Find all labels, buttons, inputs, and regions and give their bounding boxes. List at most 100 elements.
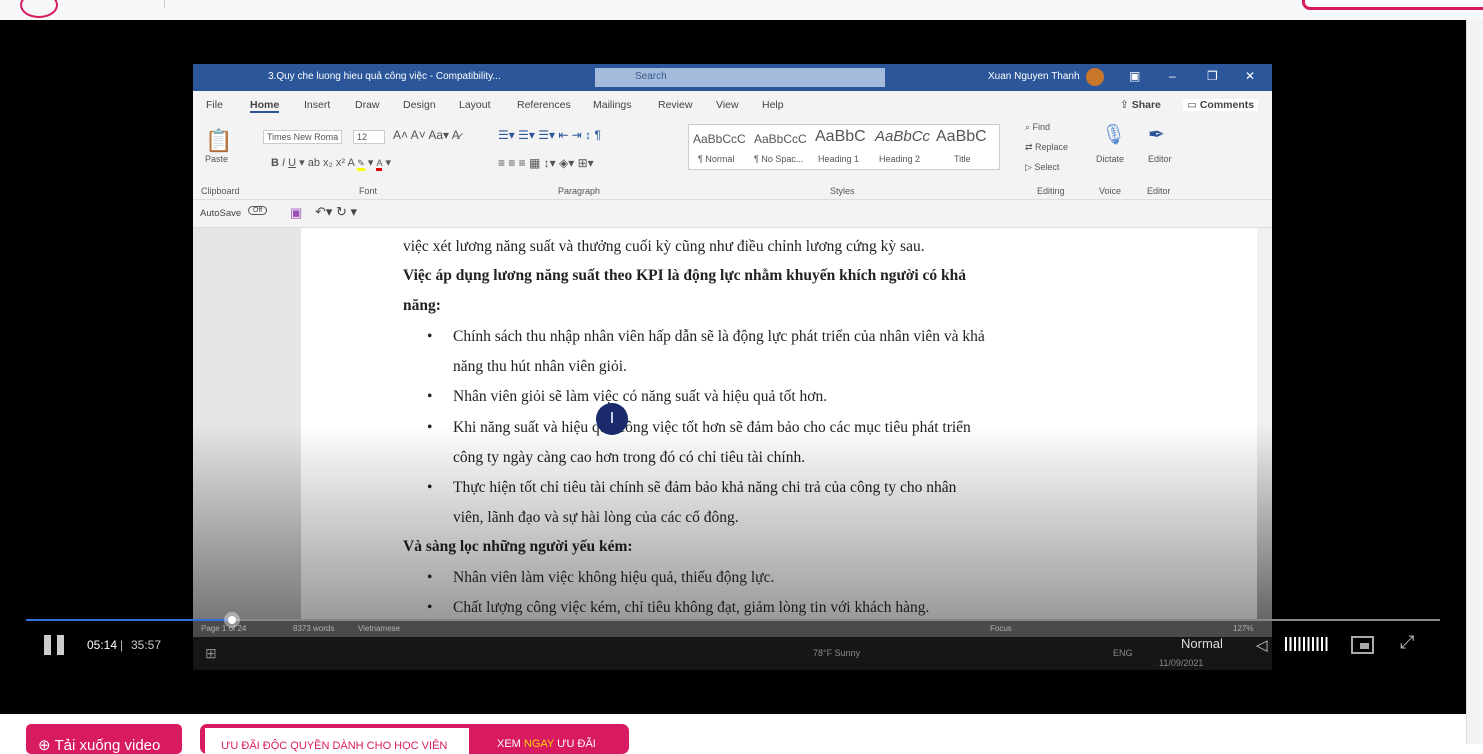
dictate-label: Dictate: [1096, 154, 1125, 164]
autosave-label: AutoSave: [200, 208, 242, 219]
style-sample: AaBbCc: [875, 128, 931, 145]
windows-taskbar: ⊞ 78°F Sunny ENG 11/09/2021: [193, 637, 1272, 670]
doc-bullet: Chất lượng công việc kém, chỉ tiêu không…: [427, 599, 929, 617]
doc-bullet: Thực hiện tốt chỉ tiêu tài chính sẽ đảm …: [427, 479, 956, 497]
group-label: Styles: [830, 186, 855, 196]
tab-file: File: [206, 99, 223, 111]
status-words: 8373 words: [293, 624, 335, 633]
group-label: Voice: [1099, 186, 1122, 196]
picture-in-picture-icon[interactable]: [1351, 636, 1374, 654]
duration: 35:57: [131, 638, 162, 652]
word-search: Search: [595, 68, 885, 87]
fullscreen-icon[interactable]: ⤢: [1400, 632, 1414, 653]
user-name: Xuan Nguyen Thanh: [988, 71, 1080, 82]
doc-bullet: Nhân viên làm việc không hiệu quả, thiếu…: [427, 569, 774, 587]
promo-label: ƯU ĐÃI ĐỘC QUYỀN DÀNH CHO HỌC VIÊN: [205, 728, 469, 754]
style-sample: AaBbC: [936, 128, 987, 145]
select-button: ▷ Select: [1025, 162, 1060, 172]
progress-played: [26, 619, 233, 621]
status-language: Vietnamese: [358, 624, 401, 633]
style-sample: AaBbCcC: [754, 132, 807, 146]
site-header: [0, 0, 1483, 20]
style-name: ¶ Normal: [698, 154, 735, 164]
doc-bullet: Chính sách thu nhập nhân viên hấp dẫn sẽ…: [427, 328, 985, 346]
style-sample: AaBbC: [815, 128, 866, 145]
video-player[interactable]: 3.Quy che luong hieu quả công việc - Com…: [0, 20, 1466, 714]
download-video-button[interactable]: ⊕ Tải xuống video: [26, 724, 182, 754]
tab-home: Home: [250, 99, 280, 113]
style-name: Title: [954, 154, 971, 164]
volume-icon[interactable]: ◁: [1256, 636, 1268, 654]
tab-mailings: Mailings: [593, 99, 632, 111]
doc-heading: năng:: [403, 297, 441, 314]
editor-label: Editor: [1148, 154, 1172, 164]
doc-heading: Và sàng lọc những người yếu kém:: [403, 538, 633, 555]
playback-speed-button[interactable]: Normal: [1181, 636, 1223, 651]
doc-scrollbar: [1257, 228, 1272, 620]
group-label: Editor: [1147, 186, 1171, 196]
current-time: 05:14: [87, 638, 118, 652]
style-name: Heading 2: [879, 154, 921, 164]
undo-redo-icons: ↶▾ ↻ ▾: [315, 204, 358, 219]
time-separator: |: [120, 638, 124, 652]
tab-references: References: [517, 99, 571, 111]
style-sample: AaBbCcC: [693, 132, 746, 146]
paste-icon: 📋: [205, 128, 233, 153]
group-label: Paragraph: [558, 186, 601, 196]
quick-access-toolbar: AutoSave Off ▣ ↶▾ ↻ ▾: [193, 200, 1272, 228]
restore-icon: ❐: [1207, 69, 1218, 83]
volume-slider[interactable]: [1285, 637, 1328, 651]
doc-line: viên, lãnh đạo và sự hài lòng của các cổ…: [453, 509, 739, 526]
video-frame-word-window: 3.Quy che luong hieu quả công việc - Com…: [193, 64, 1272, 670]
taskbar-lang: ENG: [1113, 648, 1133, 658]
taskbar-weather: 78°F Sunny: [813, 648, 861, 658]
doc-line: công ty ngày càng cao hơn trong đó có ch…: [453, 449, 806, 466]
avatar: [1086, 68, 1104, 86]
font-format-icons: B I U ▾ ab x₂ x² A ✎ ▾ A ▾: [271, 157, 392, 171]
status-zoom: 127%: [1233, 624, 1254, 633]
text-cursor-icon: I: [596, 403, 628, 435]
video-progress-bar[interactable]: [26, 612, 1440, 628]
document-title: 3.Quy che luong hieu quả công việc - Com…: [268, 71, 501, 82]
tab-help: Help: [762, 99, 784, 111]
style-name: ¶ No Spac...: [754, 154, 804, 164]
status-page: Page 1 of 24: [201, 624, 247, 633]
font-grow-icon: A˄ A˅ Aa▾ A̷: [393, 128, 460, 142]
promo-view-button[interactable]: XEM NGAY ƯU ĐÃI: [497, 738, 596, 750]
word-status-bar: Page 1 of 24 8373 words Vietnamese Focus…: [193, 620, 1272, 637]
editor-icon: ✒: [1148, 124, 1165, 146]
doc-bullet: Khi năng suất và hiệu quả công việc tốt …: [427, 419, 971, 437]
pause-button[interactable]: [44, 635, 66, 655]
autosave-toggle: Off: [248, 206, 268, 215]
group-label: Clipboard: [201, 186, 240, 196]
align-icons: ≡ ≡ ≡ ▦ ↕▾ ◈▾ ⊞▾: [498, 156, 594, 170]
ribbon-display-icon: ▣: [1129, 69, 1141, 83]
word-title-bar: 3.Quy che luong hieu quả công việc - Com…: [193, 64, 1272, 91]
save-icon: ▣: [290, 205, 303, 220]
taskbar-date: 11/09/2021: [1159, 658, 1204, 668]
style-name: Heading 1: [818, 154, 860, 164]
tab-view: View: [716, 99, 739, 111]
header-button[interactable]: [1302, 0, 1483, 10]
download-label: Tải xuống video: [54, 737, 161, 754]
close-icon: ✕: [1245, 69, 1256, 83]
site-logo[interactable]: [20, 0, 58, 18]
document-area: việc xét lương năng suất và thưởng cuối …: [193, 228, 1272, 620]
promo-banner[interactable]: ƯU ĐÃI ĐỘC QUYỀN DÀNH CHO HỌC VIÊN XEM N…: [200, 724, 629, 754]
share-button: ⇪ Share: [1120, 99, 1161, 111]
status-focus: Focus: [990, 624, 1012, 633]
document-page: việc xét lương năng suất và thưởng cuối …: [301, 228, 1257, 620]
font-name-box: Times New Roma: [263, 130, 343, 144]
group-label: Font: [359, 186, 378, 196]
replace-button: ⇄ Replace: [1025, 142, 1069, 152]
doc-bullet: Nhân viên giỏi sẽ làm việc có năng suất …: [427, 388, 827, 406]
windows-icon: ⊞: [205, 645, 217, 661]
word-ribbon: 📋 Paste Times New Roma 12 A˄ A˅ Aa▾ A̷ B…: [193, 118, 1272, 200]
tab-review: Review: [658, 99, 693, 111]
doc-line: năng thu hút nhân viên giỏi.: [453, 358, 627, 375]
doc-line: việc xét lương năng suất và thưởng cuối …: [403, 238, 925, 255]
tab-layout: Layout: [459, 99, 491, 111]
doc-heading: Việc áp dụng lương năng suất theo KPI là…: [403, 267, 967, 284]
page-scrollbar[interactable]: [1466, 20, 1483, 744]
tab-draw: Draw: [355, 99, 380, 111]
